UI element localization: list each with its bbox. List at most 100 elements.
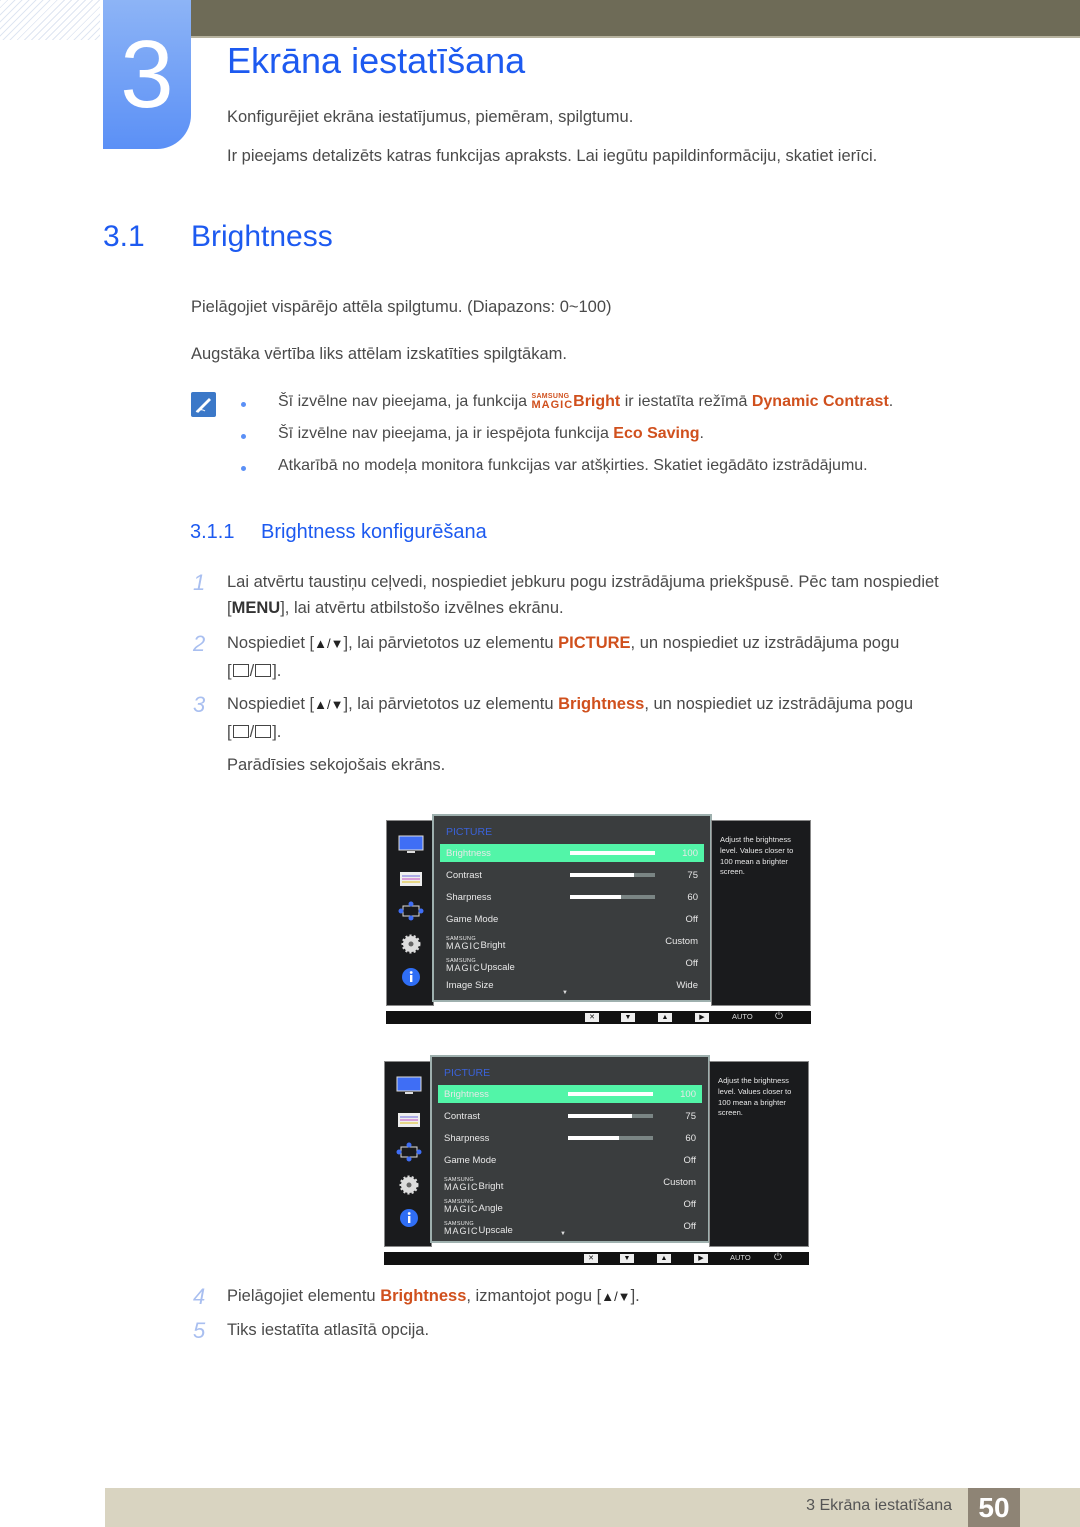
osd-item-value: 60 <box>685 1133 696 1144</box>
osd-menu-item[interactable]: Sharpness 60 <box>440 888 704 906</box>
bullet <box>241 402 246 407</box>
osd-slider-fill <box>570 873 634 877</box>
gear-icon <box>401 934 421 954</box>
close-button[interactable]: ✕ <box>585 1013 599 1022</box>
osd-item-value: Custom <box>663 1177 696 1188</box>
osd-menu-item[interactable]: SAMSUNG MAGIC Bright Custom <box>440 932 704 951</box>
osd-menu-item[interactable]: SAMSUNG MAGIC Bright Custom <box>438 1173 702 1192</box>
osd-help-text: Adjust the brightness level. Values clos… <box>718 1076 792 1118</box>
osd-item-label: SAMSUNG MAGIC Bright <box>446 936 506 951</box>
step-5-text: Tiks iestatīta atlasītā opcija. <box>227 1321 430 1339</box>
note-item-1: Šī izvēlne nav pieejama, ja funkcija SAM… <box>278 393 894 411</box>
source-enter-button-icon: [/]. <box>227 723 282 741</box>
osd-menu-panel: PICTURE Brightness 100 Contrast 75 Sharpness… <box>432 814 712 1002</box>
osd-slider-fill <box>568 1092 653 1096</box>
samsung-magic-logo: SAMSUNG MAGIC <box>444 1221 479 1236</box>
osd-item-value: Off <box>683 1155 697 1166</box>
up-down-arrows-icon: ▲/▼ <box>601 1289 631 1304</box>
osd-slider-bar[interactable] <box>570 851 655 855</box>
osd-item-label: Sharpness <box>444 1133 490 1144</box>
chapter-number: 3 <box>103 0 191 149</box>
osd-item-value: 100 <box>680 1089 696 1100</box>
samsung-magic-logo: SAMSUNG MAGIC <box>444 1177 479 1192</box>
menu-key: MENU <box>231 599 281 617</box>
osd-item-value: Off <box>683 1221 697 1232</box>
osd-slider-bar[interactable] <box>570 873 655 877</box>
power-icon[interactable]: ⏻ <box>774 1252 782 1263</box>
up-button[interactable]: ▲ <box>657 1254 671 1263</box>
size-position-icon <box>398 901 424 921</box>
section-number: 3.1 <box>103 220 145 253</box>
right-button[interactable]: ▶ <box>695 1013 709 1022</box>
note-item-2: Šī izvēlne nav pieejama, ja ir iespējota… <box>278 425 704 442</box>
page-footer: 3 Ekrāna iestatīšana 50 <box>105 1488 1080 1527</box>
osd-item-value: Off <box>683 1199 697 1210</box>
step-1-line-2: [MENU], lai atvērtu atbilstošo izvēlnes … <box>227 599 564 617</box>
section-paragraph-2: Augstāka vērtība liks attēlam izskatītie… <box>191 345 567 363</box>
osd-item-label: Sharpness <box>446 892 492 903</box>
info-icon <box>400 1209 418 1227</box>
down-button[interactable]: ▼ <box>620 1254 634 1263</box>
auto-button[interactable]: AUTO <box>732 1012 753 1021</box>
osd-item-value: Custom <box>665 936 698 947</box>
down-button[interactable]: ▼ <box>621 1013 635 1022</box>
osd-menu-item[interactable]: Image Size Wide <box>440 976 704 994</box>
osd-menu-item[interactable]: Game Mode Off <box>440 910 704 928</box>
osd-menu-item[interactable]: Game Mode Off <box>438 1151 702 1169</box>
osd-slider-bar[interactable] <box>568 1136 653 1140</box>
osd-menu-item[interactable]: Contrast 75 <box>438 1107 702 1125</box>
step-2-text: Nospiediet [▲/▼], lai pārvietotos uz ele… <box>227 634 900 652</box>
osd-menu-item[interactable]: Sharpness 60 <box>438 1129 702 1147</box>
osd-screen-2: PICTURE Brightness 100 Contrast 75 Sharpness… <box>384 1055 809 1265</box>
step-number: 1 <box>193 570 206 595</box>
osd-button-bar: ✕ ▼ ▲ ▶ AUTO ⏻ <box>384 1252 809 1265</box>
close-button[interactable]: ✕ <box>584 1254 598 1263</box>
osd-item-label: Contrast <box>444 1111 480 1122</box>
color-adjust-icon <box>398 1113 420 1127</box>
right-button[interactable]: ▶ <box>694 1254 708 1263</box>
osd-help-panel: Adjust the brightness level. Values clos… <box>711 820 811 1006</box>
up-button[interactable]: ▲ <box>658 1013 672 1022</box>
osd-slider-bar[interactable] <box>570 895 655 899</box>
osd-item-label: Contrast <box>446 870 482 881</box>
osd-item-label: Image Size <box>446 980 494 991</box>
step-number: 3 <box>193 692 206 717</box>
size-position-icon <box>396 1142 422 1162</box>
chapter-title: Ekrāna iestatīšana <box>227 40 526 81</box>
osd-slider-bar[interactable] <box>568 1114 653 1118</box>
osd-item-value: Off <box>685 958 699 969</box>
chapter-intro-1: Konfigurējiet ekrāna iestatījumus, piemē… <box>227 108 634 126</box>
osd-item-value: Off <box>685 914 699 925</box>
up-down-arrows-icon: ▲/▼ <box>314 636 344 651</box>
osd-slider-fill <box>570 851 655 855</box>
color-adjust-icon <box>400 872 422 886</box>
note-pencil-icon <box>191 392 216 417</box>
osd-item-value: 75 <box>685 1111 696 1122</box>
section-paragraph-1: Pielāgojiet vispārējo attēla spilgtumu. … <box>191 298 612 316</box>
osd-help-panel: Adjust the brightness level. Values clos… <box>709 1061 809 1247</box>
osd-menu-panel: PICTURE Brightness 100 Contrast 75 Sharpness… <box>430 1055 710 1243</box>
osd-menu-item[interactable]: SAMSUNG MAGIC Angle Off <box>438 1195 702 1214</box>
osd-item-value: 60 <box>687 892 698 903</box>
osd-item-label: Brightness <box>446 848 491 859</box>
bullet <box>241 434 246 439</box>
osd-screen-1: PICTURE Brightness 100 Contrast 75 Sharpness… <box>386 814 811 1024</box>
chapter-intro-2: Ir pieejams detalizēts katras funkcijas … <box>227 147 878 165</box>
step-number: 5 <box>193 1318 206 1343</box>
osd-item-label: Brightness <box>444 1089 489 1100</box>
osd-slider-bar[interactable] <box>568 1092 653 1096</box>
osd-category: PICTURE <box>444 1067 491 1079</box>
osd-menu-item[interactable]: Brightness 100 <box>440 844 704 862</box>
up-down-arrows-icon: ▲/▼ <box>314 697 344 712</box>
note-item-3: Atkarībā no modeļa monitora funkcijas va… <box>278 457 868 474</box>
osd-help-text: Adjust the brightness level. Values clos… <box>720 835 794 877</box>
osd-menu-item[interactable]: SAMSUNG MAGIC Upscale Off <box>440 954 704 973</box>
auto-button[interactable]: AUTO <box>730 1253 751 1262</box>
osd-menu-item[interactable]: Brightness 100 <box>438 1085 702 1103</box>
scroll-down-indicator: ▼ <box>560 1231 566 1237</box>
osd-menu-item[interactable]: Contrast 75 <box>440 866 704 884</box>
osd-button-bar: ✕ ▼ ▲ ▶ AUTO ⏻ <box>386 1011 811 1024</box>
power-icon[interactable]: ⏻ <box>775 1011 783 1022</box>
osd-menu-item[interactable]: SAMSUNG MAGIC Upscale Off <box>438 1217 702 1236</box>
step-number: 2 <box>193 631 206 656</box>
